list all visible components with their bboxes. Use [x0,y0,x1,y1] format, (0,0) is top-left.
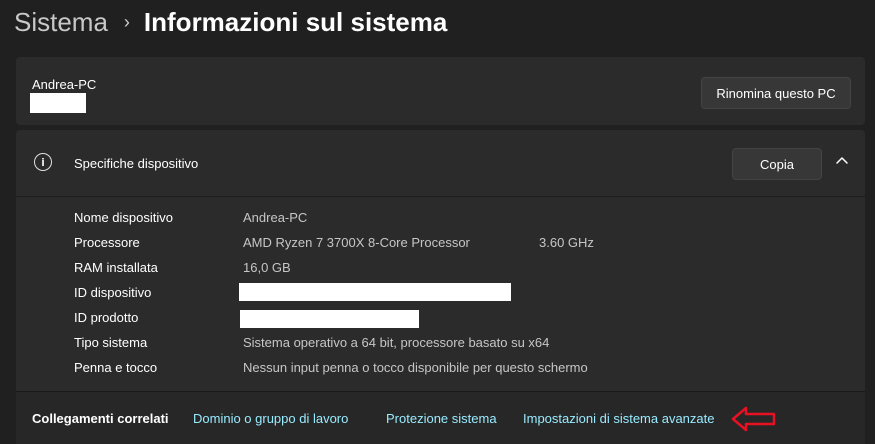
spec-label: Processore [74,234,140,250]
spec-value: Andrea-PC [243,209,308,225]
pc-name: Andrea-PC [32,77,97,92]
link-domain-workgroup[interactable]: Dominio o gruppo di lavoro [193,411,348,426]
spec-label: Tipo sistema [74,334,148,350]
spec-row-product-id: ID prodotto [74,306,854,328]
page-title: Informazioni sul sistema [143,6,448,37]
pc-name-card: Andrea-PC Rinomina questo PC [16,57,865,125]
spec-row-device-name: Nome dispositivo Andrea-PC [74,206,854,228]
rename-pc-button[interactable]: Rinomina questo PC [701,77,851,109]
spec-label: RAM installata [74,259,158,275]
spec-label: Penna e tocco [74,359,158,375]
spec-value: AMD Ryzen 7 3700X 8-Core Processor [243,234,470,250]
link-system-protection[interactable]: Protezione sistema [386,411,497,426]
spec-value: Sistema operativo a 64 bit, processore b… [243,334,550,350]
red-arrow-annotation [731,406,776,432]
spec-label: ID prodotto [74,309,139,325]
spec-row-processor: Processore AMD Ryzen 7 3700X 8-Core Proc… [74,231,854,253]
spec-label: Nome dispositivo [74,209,173,225]
spec-value: 16,0 GB [243,259,291,275]
redacted-product-id [240,310,419,328]
related-links-label: Collegamenti correlati [32,411,169,426]
copy-button[interactable]: Copia [732,148,822,180]
redacted-device-id [239,283,511,301]
breadcrumb-parent-sistema[interactable]: Sistema [14,7,108,38]
spec-row-ram: RAM installata 16,0 GB [74,256,854,278]
spec-value: Nessun input penna o tocco disponibile p… [243,359,588,375]
link-advanced-system-settings[interactable]: Impostazioni di sistema avanzate [523,411,714,426]
spec-row-system-type: Tipo sistema Sistema operativo a 64 bit,… [74,331,854,353]
info-icon: i [34,153,52,171]
device-specs-header[interactable]: i Specifiche dispositivo Copia [16,130,865,196]
device-specs-title: Specifiche dispositivo [74,156,199,171]
spec-label: ID dispositivo [74,284,152,300]
spec-processor-speed: 3.60 GHz [539,234,594,250]
chevron-up-icon[interactable] [834,152,850,168]
redacted-block [30,93,86,113]
breadcrumb: Sistema › Informazioni sul sistema [14,4,447,40]
spec-row-pen-touch: Penna e tocco Nessun input penna o tocco… [74,356,854,378]
chevron-right-icon: › [123,11,130,32]
divider [16,196,865,197]
